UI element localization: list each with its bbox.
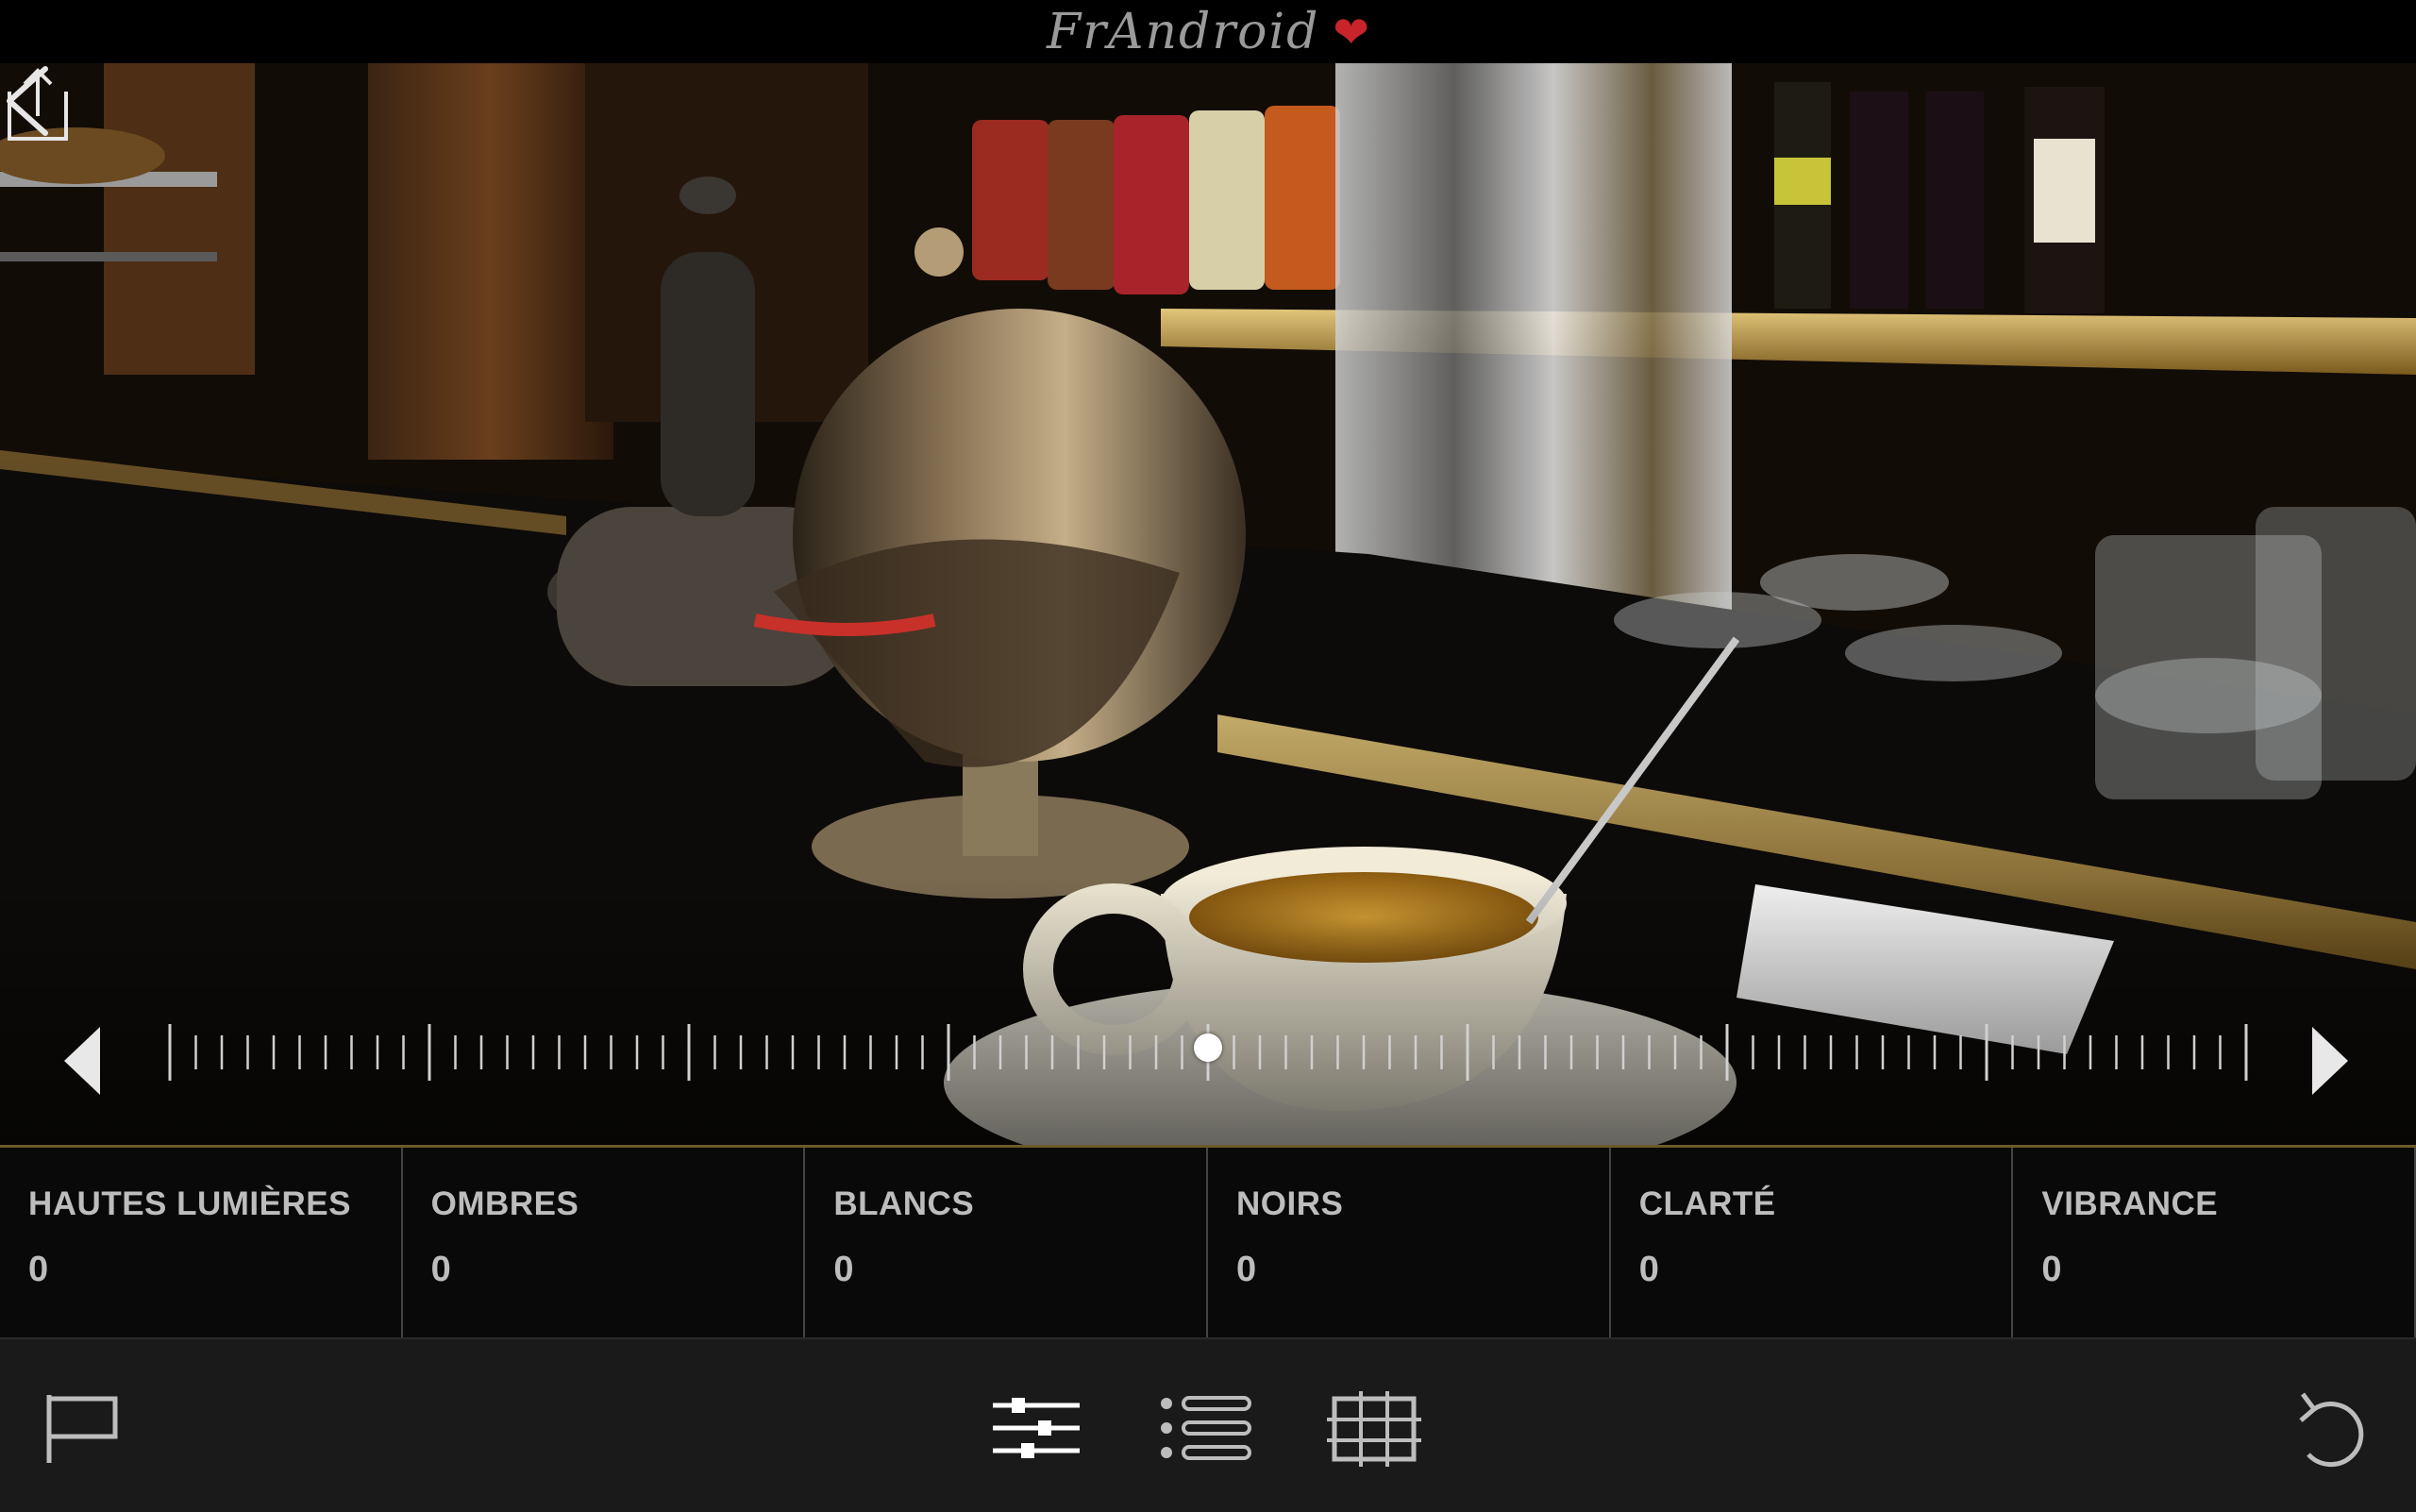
adjust-vibrance[interactable]: VIBRANCE 0 bbox=[2013, 1148, 2416, 1340]
adjust-blacks[interactable]: NOIRS 0 bbox=[1208, 1148, 1611, 1340]
watermark-bar: FrAndroid ❤ bbox=[0, 0, 2416, 63]
adjust-label: CLARTÉ bbox=[1638, 1185, 1776, 1222]
share-icon[interactable] bbox=[0, 63, 76, 144]
adjust-label: OMBRES bbox=[430, 1185, 579, 1222]
adjustment-panel: HAUTES LUMIÈRES 0 OMBRES 0 BLANCS 0 NOIR… bbox=[0, 1145, 2416, 1340]
adjust-label: HAUTES LUMIÈRES bbox=[28, 1185, 351, 1222]
bottom-toolbar bbox=[0, 1337, 2416, 1512]
adjust-value: 0 bbox=[1638, 1250, 1659, 1289]
adjust-value: 0 bbox=[430, 1250, 451, 1289]
grid-icon[interactable] bbox=[1327, 1391, 1421, 1467]
list-icon[interactable] bbox=[1159, 1394, 1253, 1462]
adjust-highlights[interactable]: HAUTES LUMIÈRES 0 bbox=[0, 1148, 403, 1340]
slider-thumb[interactable] bbox=[1194, 1033, 1222, 1062]
adjust-value: 0 bbox=[1236, 1250, 1257, 1289]
sliders-icon[interactable] bbox=[989, 1394, 1083, 1462]
adjust-label: NOIRS bbox=[1236, 1185, 1344, 1222]
adjust-label: VIBRANCE bbox=[2041, 1185, 2219, 1222]
adjust-value: 0 bbox=[28, 1250, 49, 1289]
slider-next-arrow-icon[interactable] bbox=[2308, 1023, 2352, 1099]
adjustment-slider[interactable] bbox=[0, 1015, 2416, 1100]
adjust-value: 0 bbox=[2041, 1250, 2062, 1289]
adjust-whites[interactable]: BLANCS 0 bbox=[805, 1148, 1209, 1340]
heart-icon: ❤ bbox=[1333, 7, 1369, 57]
slider-prev-arrow-icon[interactable] bbox=[60, 1023, 104, 1099]
flag-icon[interactable] bbox=[43, 1391, 121, 1467]
undo-icon[interactable] bbox=[2295, 1388, 2371, 1470]
photo-canvas[interactable] bbox=[0, 63, 2416, 1147]
adjust-label: BLANCS bbox=[833, 1185, 975, 1222]
adjust-clarity[interactable]: CLARTÉ 0 bbox=[1611, 1148, 2014, 1340]
photo-illustration bbox=[0, 63, 2416, 1147]
watermark-text: FrAndroid bbox=[1047, 3, 1320, 60]
adjust-shadows[interactable]: OMBRES 0 bbox=[403, 1148, 806, 1340]
adjust-value: 0 bbox=[833, 1250, 854, 1289]
